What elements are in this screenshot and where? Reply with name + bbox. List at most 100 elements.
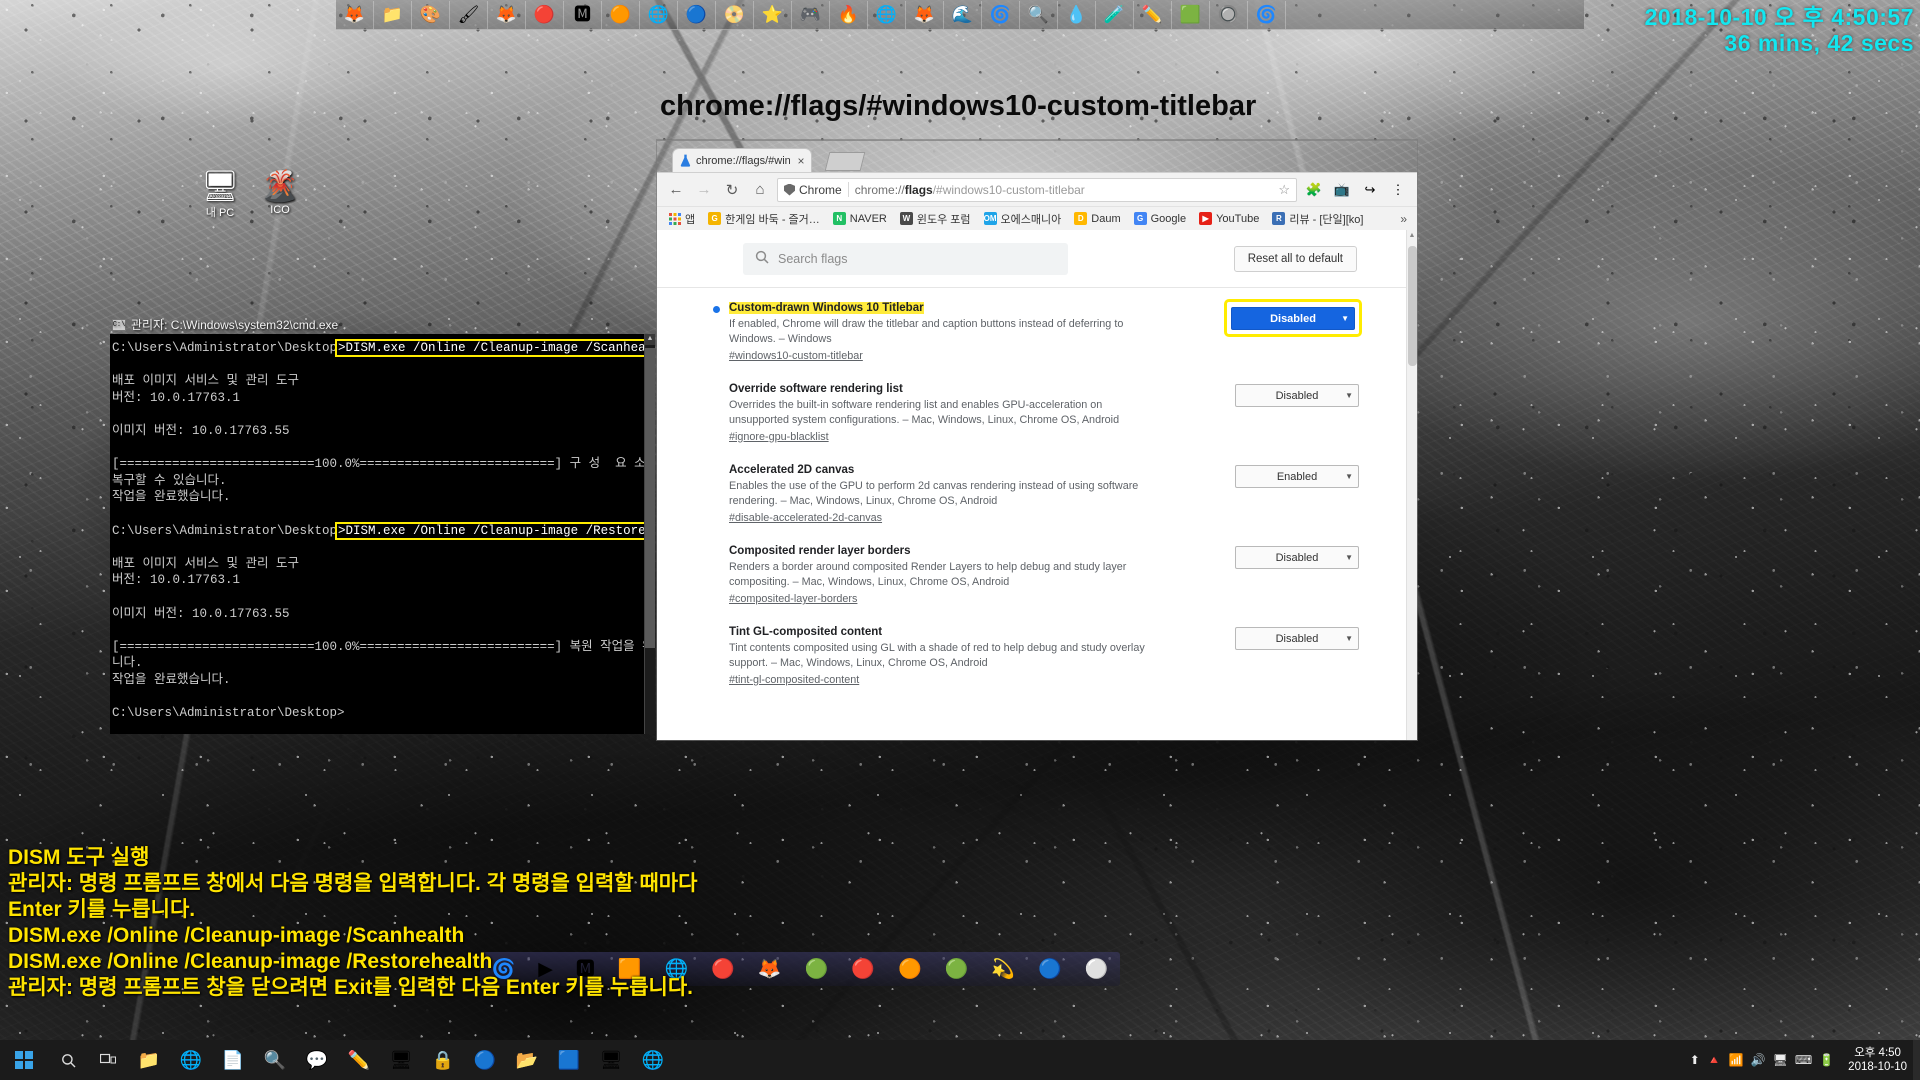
bookmark-item[interactable]: ▶ YouTube (1194, 211, 1264, 226)
taskbar-search-icon[interactable] (48, 1040, 88, 1080)
top-strip-icon-17[interactable]: 🌀 (982, 0, 1020, 29)
taskbar-app-10[interactable]: 🟦 (548, 1040, 590, 1080)
forward-icon[interactable]: → (693, 179, 715, 201)
top-strip-icon-2[interactable]: 🎨 (412, 0, 450, 29)
dock-icon-5[interactable]: 🔴 (711, 960, 735, 979)
taskbar-clock[interactable]: 오후 4:50 2018-10-10 (1842, 1046, 1913, 1074)
chrome-tabstrip[interactable]: chrome://flags/#windo × (657, 140, 1417, 172)
desktop-icon-ico[interactable]: 🌋 ICO (238, 170, 322, 216)
taskbar-app-2[interactable]: 📄 (212, 1040, 254, 1080)
top-strip-icon-7[interactable]: 🟠 (602, 0, 640, 29)
taskbar-app-3[interactable]: 🔍 (254, 1040, 296, 1080)
chrome-toolbar[interactable]: ← → ↻ ⌂ Chrome chrome://flags/#windows10… (657, 172, 1417, 206)
dock-icon-6[interactable]: 🦊 (758, 960, 782, 979)
system-tray[interactable]: ⬆ 🔺 📶 🔊 🖥 ⌨ 🔋 (1690, 1053, 1842, 1067)
top-strip-icon-19[interactable]: 💧 (1058, 0, 1096, 29)
top-strip-icon-10[interactable]: 📀 (716, 0, 754, 29)
close-icon[interactable]: × (795, 154, 807, 168)
scroll-up-icon[interactable]: ▲ (645, 334, 655, 345)
command-prompt-window[interactable]: C:\ 관리자: C:\Windows\system32\cmd.exe C:\… (110, 315, 655, 735)
taskbar-app-12[interactable]: 🌐 (632, 1040, 674, 1080)
top-strip-icon-16[interactable]: 🌊 (944, 0, 982, 29)
bookmark-item[interactable]: G 한게임 바둑 - 즐거… (703, 210, 825, 228)
bookmark-item[interactable]: R 리뷰 - [단일][ko] (1267, 210, 1368, 228)
flag-state-dropdown[interactable]: Disabled ▼ (1235, 384, 1359, 407)
bookmark-item[interactable]: OM 오에스매니아 (979, 210, 1067, 228)
bookmarks-overflow-icon[interactable]: » (1396, 212, 1411, 226)
dock-icon-9[interactable]: 🟠 (898, 960, 922, 979)
bookmark-star-icon[interactable]: ☆ (1278, 182, 1290, 198)
taskbar-app-6[interactable]: 🖥 (380, 1040, 422, 1080)
taskbar-app-0[interactable]: 📁 (128, 1040, 170, 1080)
browser-tab[interactable]: chrome://flags/#windo × (672, 148, 812, 172)
dock-icon-10[interactable]: 🟢 (945, 960, 969, 979)
cmd-titlebar[interactable]: C:\ 관리자: C:\Windows\system32\cmd.exe (110, 315, 655, 334)
share-icon[interactable]: ↪ (1359, 179, 1381, 201)
flag-state-dropdown[interactable]: Enabled ▼ (1235, 465, 1359, 488)
flag-anchor-link[interactable]: #composited-layer-borders (729, 593, 857, 605)
cast-icon[interactable]: 📺 (1331, 179, 1353, 201)
dock-icon-8[interactable]: 🔴 (851, 960, 875, 979)
dock-icon-7[interactable]: 🟢 (805, 960, 829, 979)
top-strip-icon-6[interactable]: 🅼 (564, 0, 602, 29)
scrollbar-thumb[interactable] (1408, 246, 1417, 366)
top-strip-icon-0[interactable]: 🦊 (336, 0, 374, 29)
home-icon[interactable]: ⌂ (749, 179, 771, 201)
dock-icon-13[interactable]: ⚪ (1085, 960, 1109, 979)
flag-anchor-link[interactable]: #disable-accelerated-2d-canvas (729, 512, 882, 524)
scrollbar-thumb[interactable] (645, 348, 655, 648)
flag-anchor-link[interactable]: #tint-gl-composited-content (729, 674, 859, 686)
dock-icon-11[interactable]: 💫 (991, 960, 1015, 979)
tray-icon-3[interactable]: 🔊 (1751, 1053, 1766, 1067)
reset-all-to-default-button[interactable]: Reset all to default (1233, 245, 1357, 272)
flag-anchor-link[interactable]: #ignore-gpu-blacklist (729, 431, 829, 443)
flag-anchor-link[interactable]: #windows10-custom-titlebar (729, 350, 863, 362)
taskbar-app-9[interactable]: 📂 (506, 1040, 548, 1080)
taskbar-app-5[interactable]: ✏️ (338, 1040, 380, 1080)
start-button[interactable] (0, 1040, 48, 1080)
taskbar-app-11[interactable]: 🖥 (590, 1040, 632, 1080)
reload-icon[interactable]: ↻ (721, 179, 743, 201)
taskbar-app-7[interactable]: 🔒 (422, 1040, 464, 1080)
tray-icon-0[interactable]: ⬆ (1690, 1053, 1700, 1067)
top-strip-icon-1[interactable]: 📁 (374, 0, 412, 29)
flags-page-content[interactable]: Search flags Reset all to default Custom… (657, 230, 1417, 740)
taskbar-app-4[interactable]: 💬 (296, 1040, 338, 1080)
top-strip-icon-14[interactable]: 🌐 (868, 0, 906, 29)
top-icon-toolbar[interactable]: 🦊 📁 🎨 🖌 🦊 🔴 🅼 🟠 🌐 🔵 📀 ⭐ 🎮 🔥 🌐 🦊 🌊 🌀 🔍 💧 🧪 ✏️ 🟩 🔘 🌀 (336, 0, 1584, 30)
content-scrollbar[interactable]: ▲ (1406, 230, 1417, 740)
flag-state-dropdown[interactable]: Disabled ▼ (1231, 307, 1355, 330)
top-strip-icon-15[interactable]: 🦊 (906, 0, 944, 29)
top-strip-icon-24[interactable]: 🌀 (1248, 0, 1286, 29)
top-strip-icon-20[interactable]: 🧪 (1096, 0, 1134, 29)
tray-icon-6[interactable]: 🔋 (1819, 1053, 1834, 1067)
top-strip-icon-11[interactable]: ⭐ (754, 0, 792, 29)
new-tab-button[interactable] (824, 152, 866, 171)
top-strip-icon-5[interactable]: 🔴 (526, 0, 564, 29)
taskview-icon[interactable] (88, 1040, 128, 1080)
taskbar-app-8[interactable]: 🔵 (464, 1040, 506, 1080)
top-strip-icon-18[interactable]: 🔍 (1020, 0, 1058, 29)
taskbar-app-buttons[interactable]: 📁 🌐 📄 🔍 💬 ✏️ 🖥 🔒 🔵 📂 🟦 🖥 🌐 (128, 1040, 674, 1080)
bookmark-item[interactable]: W 윈도우 포럼 (895, 210, 976, 228)
tray-icon-1[interactable]: 🔺 (1707, 1053, 1722, 1067)
top-strip-icon-23[interactable]: 🔘 (1210, 0, 1248, 29)
bookmarks-bar[interactable]: 앱 G 한게임 바둑 - 즐거… N NAVER W 윈도우 포럼 OM 오에스매니아 D Daum… (657, 206, 1417, 230)
tray-icon-2[interactable]: 📶 (1729, 1053, 1744, 1067)
puzzle-icon[interactable]: 🧩 (1303, 179, 1325, 201)
dock-icon-12[interactable]: 🔵 (1038, 960, 1062, 979)
top-strip-icon-4[interactable]: 🦊 (488, 0, 526, 29)
taskbar-app-1[interactable]: 🌐 (170, 1040, 212, 1080)
chrome-menu-icon[interactable]: ⋮ (1387, 179, 1409, 201)
cmd-scrollbar[interactable]: ▲ (644, 334, 655, 734)
search-flags-input[interactable]: Search flags (743, 242, 1068, 275)
tray-icon-5[interactable]: ⌨ (1795, 1053, 1812, 1067)
top-strip-icon-12[interactable]: 🎮 (792, 0, 830, 29)
top-strip-icon-3[interactable]: 🖌 (450, 0, 488, 29)
top-strip-icon-21[interactable]: ✏️ (1134, 0, 1172, 29)
show-desktop-button[interactable] (1913, 1040, 1920, 1080)
top-strip-icon-8[interactable]: 🌐 (640, 0, 678, 29)
top-strip-icon-22[interactable]: 🟩 (1172, 0, 1210, 29)
bookmark-item[interactable]: 앱 (663, 210, 700, 228)
chrome-browser-window[interactable]: chrome://flags/#windo × ← → ↻ ⌂ Chrome c… (657, 140, 1417, 740)
